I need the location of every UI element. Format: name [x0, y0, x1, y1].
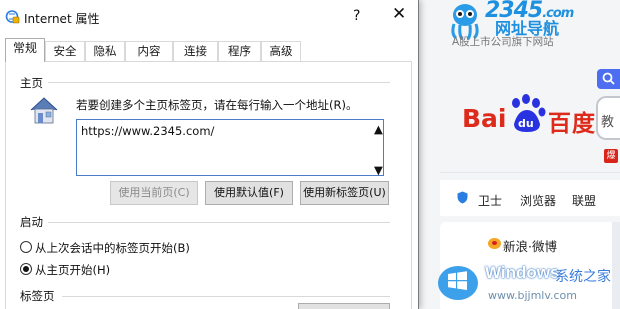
hot-badge: 爆: [604, 149, 618, 163]
dialog-title: Internet 属性: [24, 12, 100, 26]
textarea-scrollbar[interactable]: ▲ ▼: [370, 120, 383, 177]
tab-connections[interactable]: 连接: [173, 41, 218, 61]
tab-content[interactable]: 内容: [125, 41, 173, 61]
use-new-tab-button[interactable]: 使用新标签页(U): [300, 181, 389, 205]
link-weibo[interactable]: 新浪·微博: [503, 236, 557, 255]
homepage-url-textarea[interactable]: https://www.2345.com/ ▲ ▼: [76, 119, 384, 177]
radio-homepage-label[interactable]: 从主页开始(H): [35, 262, 110, 278]
tabs-settings-button[interactable]: [298, 303, 390, 309]
nav-item-guard[interactable]: 卫士: [478, 192, 502, 209]
radio-last-session[interactable]: [20, 241, 32, 253]
tab-programs[interactable]: 程序: [218, 41, 261, 61]
watermark-url: www.bjjmlv.com: [488, 289, 577, 302]
internet-options-icon: [5, 10, 20, 24]
radio-homepage[interactable]: [20, 263, 32, 275]
use-default-button[interactable]: 使用默认值(F): [205, 181, 293, 205]
baidu-logo-text: Bai: [462, 104, 507, 133]
nav-item-browser[interactable]: 浏览器: [520, 192, 556, 209]
baidu-logo-cn: 百度: [548, 111, 596, 137]
tabs-group-divider: [62, 296, 390, 297]
radio-last-session-label[interactable]: 从上次会话中的标签页开始(B): [35, 240, 190, 256]
startup-group-label: 启动: [20, 215, 43, 229]
divider: [440, 172, 620, 173]
windows-logo-icon: [438, 266, 478, 300]
close-button[interactable]: ✕: [392, 6, 406, 23]
nav-item-alliance[interactable]: 联盟: [572, 192, 596, 209]
tab-privacy[interactable]: 隐私: [85, 41, 125, 61]
scroll-up-icon[interactable]: ▲: [374, 122, 383, 136]
search-icon: [602, 72, 615, 85]
brand-tagline: A股上市公司旗下网站: [452, 36, 554, 48]
tab-security[interactable]: 安全: [45, 41, 85, 61]
internet-options-dialog: Internet 属性 ? ✕ 常规 安全 隐私 内容 连接 程序 高级 主页 …: [0, 0, 419, 309]
baidu-paw-icon: du: [512, 94, 546, 132]
homepage-description: 若要创建多个主页标签页，请在每行输入一个地址(R)。: [76, 98, 358, 112]
weibo-icon: [488, 238, 501, 249]
title-bar[interactable]: Internet 属性 ? ✕: [0, 0, 418, 34]
search-toggle-button[interactable]: [597, 69, 620, 89]
scroll-down-icon[interactable]: ▼: [374, 163, 383, 177]
homepage-group-divider: [48, 82, 390, 83]
homepage-group-label: 主页: [20, 76, 43, 90]
tab-general[interactable]: 常规: [5, 38, 45, 62]
quick-nav-row: 卫士 浏览器 联盟: [440, 180, 620, 216]
house-icon: [30, 97, 58, 124]
page-edge: [612, 222, 620, 309]
svg-text:du: du: [518, 117, 534, 130]
homepage-url-value: https://www.2345.com/: [81, 124, 215, 138]
use-current-button[interactable]: 使用当前页(C): [110, 181, 198, 205]
help-button[interactable]: ?: [353, 8, 360, 24]
shield-icon: [457, 191, 468, 204]
watermark-cn: 系统之家: [555, 269, 611, 285]
tab-advanced[interactable]: 高级: [261, 41, 301, 61]
tabs-group-label: 标签页: [20, 289, 55, 303]
baidu-search-input[interactable]: 教: [596, 96, 620, 140]
startup-group-divider: [48, 222, 390, 223]
watermark-brand: Windows: [485, 263, 560, 282]
